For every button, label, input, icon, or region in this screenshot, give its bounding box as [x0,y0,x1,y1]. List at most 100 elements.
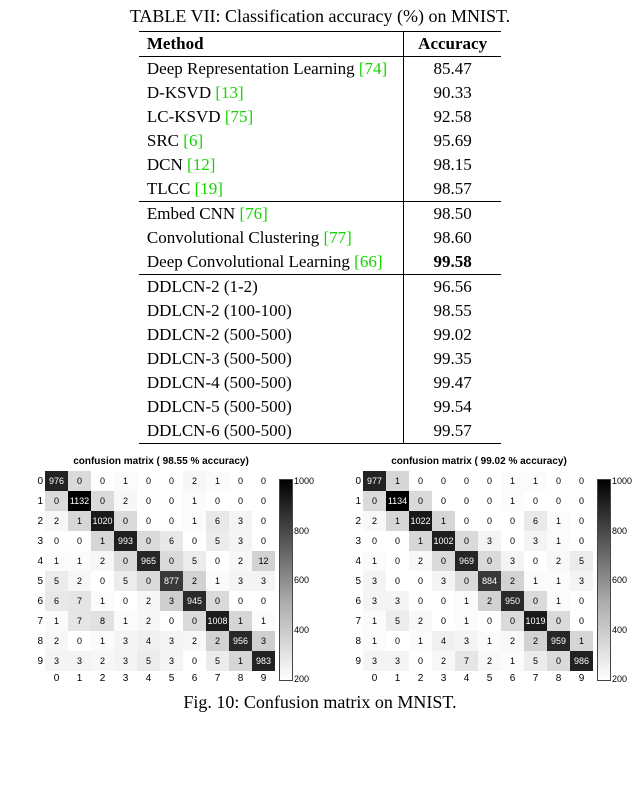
cm-cell: 2 [409,551,432,571]
colorbar-ticks: 1000800600400200 [294,476,314,684]
accuracy-cell: 92.58 [404,105,501,129]
cm-row: 0976001002100 [29,471,275,491]
cm-cell: 1 [252,611,275,631]
cm-cell: 5 [206,651,229,671]
table-header-row: Method Accuracy [139,32,501,57]
accuracy-cell: 99.47 [404,371,501,395]
cm-cell: 1134 [386,491,409,511]
cm-ylabel: 9 [29,656,45,667]
cm-cell: 0 [547,491,570,511]
accuracy-cell: 99.58 [404,250,501,275]
cm-xlabel: 0 [45,671,68,684]
cm-cell: 0 [137,571,160,591]
citation: [6] [183,131,203,150]
accuracy-cell: 98.60 [404,226,501,250]
cm-cell: 0 [409,571,432,591]
cm-cell: 0 [524,551,547,571]
cm-cell: 1 [547,591,570,611]
cm-cell: 2 [478,651,501,671]
cm-cell: 0 [252,511,275,531]
cm-cell: 2 [501,571,524,591]
cm-row: 22110221000610 [347,511,593,531]
method-text: Convolutional Clustering [147,228,324,247]
method-text: DDLCN-6 (500-500) [147,421,292,440]
cm-cell: 0 [501,611,524,631]
cm-xlabel: 6 [501,671,524,684]
table-row: DCN [12]98.15 [139,153,501,177]
cm-cell: 3 [45,651,68,671]
cm-cell: 986 [570,651,593,671]
table-row: DDLCN-2 (500-500)99.02 [139,323,501,347]
cm-cell: 6 [160,531,183,551]
cm-xlabel: 2 [91,671,114,684]
cm-cell: 5 [524,651,547,671]
cm-xlabel: 2 [409,671,432,684]
accuracy-cell: 98.15 [404,153,501,177]
cm-cell: 1008 [206,611,229,631]
cm-cell: 956 [229,631,252,651]
cm-ylabel: 1 [347,496,363,507]
accuracy-table: Method Accuracy Deep Representation Lear… [139,31,501,444]
cm-cell: 3 [363,651,386,671]
method-cell: Deep Convolutional Learning [66] [139,250,404,275]
cm-cell: 0 [455,491,478,511]
cm-xlabel: 7 [524,671,547,684]
colorbar-ticks: 1000800600400200 [612,476,632,684]
cm-cell: 1 [386,471,409,491]
cm-cell: 0 [386,571,409,591]
cm-cell: 1020 [91,511,114,531]
cm-cell: 1 [91,591,114,611]
cm-cell: 0 [229,591,252,611]
table-row: SRC [6]95.69 [139,129,501,153]
cm-cell: 0 [206,491,229,511]
cm-cell: 3 [114,651,137,671]
cm-row: 8201343229563 [29,631,275,651]
method-text: DDLCN-3 (500-500) [147,349,292,368]
page: TABLE VII: Classification accuracy (%) o… [0,0,640,727]
cm-cell: 3 [252,571,275,591]
cm-cell: 1 [409,631,432,651]
cm-cell: 0 [45,531,68,551]
cm-cell: 0 [570,511,593,531]
table-row: LC-KSVD [75]92.58 [139,105,501,129]
cm-cell: 0 [432,551,455,571]
cm-row: 8101431229591 [347,631,593,651]
accuracy-cell: 99.57 [404,419,501,444]
cm-cell: 0 [478,471,501,491]
table-row: TLCC [19]98.57 [139,177,501,202]
cm-cell: 1 [570,631,593,651]
cm-cell: 1 [68,511,91,531]
cm-cell: 2 [363,511,386,531]
method-text: TLCC [147,179,195,198]
cm-cell: 1 [501,471,524,491]
citation: [75] [225,107,253,126]
cm-cell: 1 [501,491,524,511]
cm-cell: 0 [68,471,91,491]
cm-cell: 3 [570,571,593,591]
cm-cell: 1 [229,651,252,671]
cm-cell: 0 [386,531,409,551]
cm-cell: 983 [252,651,275,671]
cm-cell: 0 [432,471,455,491]
cm-cell: 3 [160,651,183,671]
cm-cell: 3 [160,631,183,651]
cm-cell: 0 [547,651,570,671]
method-cell: DCN [12] [139,153,404,177]
cm-cell: 2 [524,631,547,651]
cm-xlabel: 1 [68,671,91,684]
accuracy-cell: 99.35 [404,347,501,371]
colorbar-tick: 400 [294,625,314,635]
cm-cell: 7 [68,591,91,611]
cm-cell: 0 [524,491,547,511]
cm-cell: 3 [455,631,478,651]
colorbar-gradient: 1000800600400200 [597,479,611,681]
cm-cell: 1 [363,611,386,631]
cm-row: 71781200100811 [29,611,275,631]
cm-cell: 0 [114,591,137,611]
table-row: Deep Convolutional Learning [66]99.58 [139,250,501,275]
cm-cell: 6 [206,511,229,531]
cm-ylabel: 0 [347,476,363,487]
cm-cell: 0 [68,631,91,651]
cm-cell: 0 [524,591,547,611]
accuracy-cell: 95.69 [404,129,501,153]
